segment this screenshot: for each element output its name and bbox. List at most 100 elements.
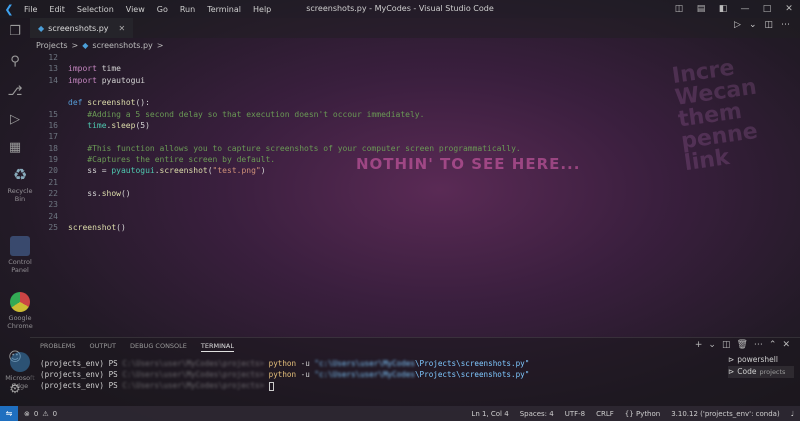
desktop-control-panel: Control Panel <box>2 236 38 274</box>
python-interpreter[interactable]: 3.10.12 ('projects_env': conda) <box>671 410 779 418</box>
line-number: 14 <box>48 75 58 85</box>
tab-problems[interactable]: PROBLEMS <box>40 342 75 352</box>
line-number: 23 <box>48 200 58 210</box>
code-text: #Adding a 5 second delay so that executi… <box>87 109 425 119</box>
code-text: time.sleep(5) <box>87 121 150 131</box>
menu-help[interactable]: Help <box>247 5 277 14</box>
terminal-icon: ⊳ <box>728 355 735 364</box>
line-number: 19 <box>48 155 58 165</box>
split-editor-icon[interactable]: ◫ <box>764 20 773 30</box>
menu-view[interactable]: View <box>120 5 151 14</box>
breadcrumb-folder[interactable]: Projects <box>36 41 68 50</box>
terminal-item-code[interactable]: ⊳ Code projects <box>728 366 794 378</box>
desktop-google-chrome: Google Chrome <box>2 292 38 330</box>
panel-toggle-icon[interactable]: ▤ <box>690 0 712 18</box>
sidebar-toggle-icon[interactable]: ◧ <box>712 0 734 18</box>
code-line: def screenshot(): <box>36 97 556 108</box>
more-actions-icon[interactable]: ⋯ <box>781 20 790 30</box>
tab-debug-console[interactable]: DEBUG CONSOLE <box>130 342 187 352</box>
line-number: 18 <box>48 143 58 153</box>
remote-indicator-icon[interactable]: ⇋ <box>0 406 18 421</box>
terminal-prompt: (projects_env) PS C:\Users\user\MyCodes\… <box>40 380 529 391</box>
terminal-line: (projects_env) PS C:\Users\user\MyCodes\… <box>40 359 530 368</box>
indentation[interactable]: Spaces: 4 <box>520 410 554 418</box>
line-number <box>36 86 58 97</box>
menu-terminal[interactable]: Terminal <box>201 5 247 14</box>
source-control-icon[interactable]: ⎇ <box>6 82 24 100</box>
problems-indicator[interactable]: ⊗ 0 ⚠ 0 <box>24 410 57 418</box>
run-dropdown-icon[interactable]: ⌄ <box>749 20 757 30</box>
activity-bar: ❐ ⚲ ⎇ ▷ ▦ ☺ ⚙ <box>0 18 30 406</box>
menu-go[interactable]: Go <box>151 5 174 14</box>
kill-terminal-icon[interactable]: 🗑 <box>736 340 747 350</box>
code-line: 19 #Captures the entire screen by defaul… <box>36 154 556 165</box>
close-icon[interactable]: ✕ <box>778 0 800 18</box>
end-of-line[interactable]: CRLF <box>596 410 614 418</box>
tab-screenshots-py[interactable]: ◆ screenshots.py ✕ <box>30 18 134 38</box>
maximize-panel-icon[interactable]: ⌃ <box>769 340 777 350</box>
chrome-icon <box>10 292 30 312</box>
line-number <box>36 97 58 108</box>
minimize-icon[interactable]: — <box>734 0 756 18</box>
editor-tab-bar: ◆ screenshots.py ✕ <box>30 18 800 38</box>
panel-controls: + ⌄ ◫ 🗑 ⋯ ⌃ ✕ <box>695 340 790 350</box>
maximize-icon[interactable]: □ <box>756 0 778 18</box>
code-text: #This function allows you to capture scr… <box>87 143 521 153</box>
code-editor[interactable]: 12 13 import time 14 import pyautogui def scr… <box>36 52 556 234</box>
explorer-icon[interactable]: ❐ <box>6 22 24 40</box>
code-line: 12 <box>36 52 556 63</box>
breadcrumb-file[interactable]: screenshots.py <box>92 41 152 50</box>
breadcrumb-separator: > <box>71 40 79 50</box>
python-file-icon: ◆ <box>82 40 89 50</box>
line-number: 13 <box>48 64 58 74</box>
tab-terminal[interactable]: TERMINAL <box>200 342 234 352</box>
breadcrumb: Projects > ◆ screenshots.py > <box>36 39 164 51</box>
search-icon[interactable]: ⚲ <box>6 52 24 70</box>
new-terminal-icon[interactable]: + <box>695 340 703 350</box>
editor-actions: ▷ ⌄ ◫ ⋯ <box>734 20 790 30</box>
terminal-output[interactable]: (projects_env) PS C:\Users\user\MyCodes\… <box>40 358 529 391</box>
tab-close-icon[interactable]: ✕ <box>119 24 126 33</box>
layout-icon[interactable]: ◫ <box>668 0 690 18</box>
code-line: 24 <box>36 211 556 222</box>
menu-selection[interactable]: Selection <box>71 5 120 14</box>
terminal-dropdown-icon[interactable]: ⌄ <box>708 340 716 350</box>
code-line: 15 #Adding a 5 second delay so that exec… <box>36 109 556 120</box>
terminal-icon: ⊳ <box>728 367 735 376</box>
bottom-panel: PROBLEMS OUTPUT DEBUG CONSOLE TERMINAL +… <box>30 337 800 406</box>
status-right: Ln 1, Col 4 Spaces: 4 UTF-8 CRLF {} Pyth… <box>471 410 794 418</box>
menu-bar: File Edit Selection View Go Run Terminal… <box>18 5 277 14</box>
language-mode[interactable]: {} Python <box>625 410 660 418</box>
breadcrumb-separator: > <box>156 40 164 50</box>
menu-run[interactable]: Run <box>174 5 201 14</box>
title-bar: ❮ File Edit Selection View Go Run Termin… <box>0 0 800 18</box>
encoding[interactable]: UTF-8 <box>565 410 585 418</box>
tab-output[interactable]: OUTPUT <box>89 342 116 352</box>
terminal-item-powershell[interactable]: ⊳ powershell <box>728 354 794 366</box>
control-panel-icon <box>10 236 30 256</box>
extensions-icon[interactable]: ▦ <box>6 138 24 156</box>
line-number: 21 <box>48 177 58 187</box>
code-line: 21 <box>36 177 556 188</box>
menu-file[interactable]: File <box>18 5 43 14</box>
line-number: 15 <box>48 109 58 119</box>
line-number: 22 <box>48 189 58 199</box>
tab-label: screenshots.py <box>48 23 109 33</box>
status-bar: ⇋ ⊗ 0 ⚠ 0 Ln 1, Col 4 Spaces: 4 UTF-8 CRLF… <box>0 406 800 421</box>
cursor-position[interactable]: Ln 1, Col 4 <box>471 410 508 418</box>
desktop-recycle-bin: ♻ Recycle Bin <box>7 165 33 203</box>
menu-edit[interactable]: Edit <box>43 5 71 14</box>
recycle-bin-icon: ♻ <box>12 165 28 184</box>
code-line: 25 screenshot() <box>36 222 556 233</box>
notifications-bell-icon[interactable]: ♩ <box>791 410 794 418</box>
code-text: import time <box>68 64 121 74</box>
braces-icon: {} <box>624 409 634 418</box>
more-actions-icon[interactable]: ⋯ <box>754 340 763 350</box>
terminal-list: ⊳ powershell ⊳ Code projects <box>728 354 794 378</box>
line-number: 25 <box>48 223 58 233</box>
run-python-file-icon[interactable]: ▷ <box>734 20 741 30</box>
split-terminal-icon[interactable]: ◫ <box>722 340 731 350</box>
run-debug-icon[interactable]: ▷ <box>6 110 24 128</box>
close-panel-icon[interactable]: ✕ <box>782 340 790 350</box>
line-number: 24 <box>48 211 58 221</box>
